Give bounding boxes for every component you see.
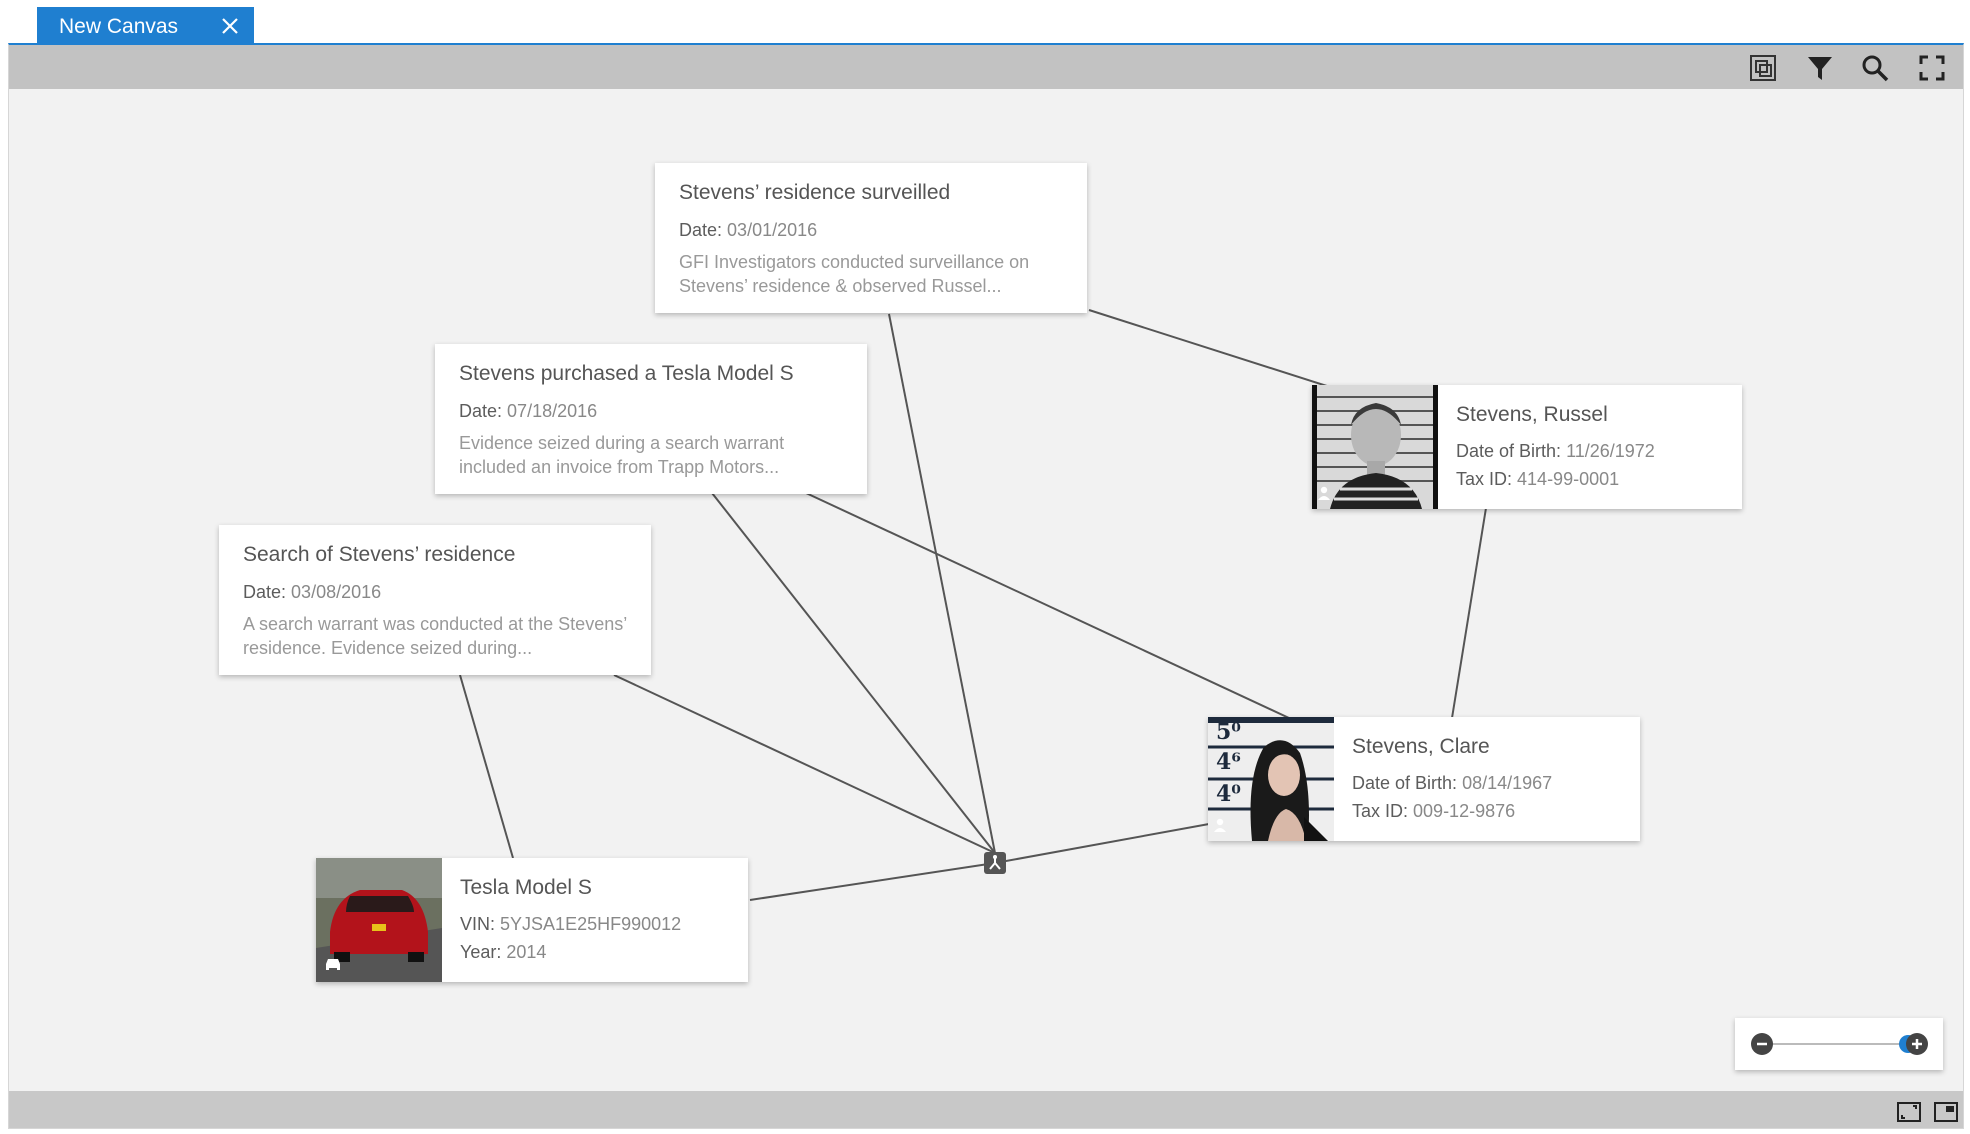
- date-value: 03/08/2016: [291, 582, 382, 602]
- hub-icon: [989, 855, 1001, 870]
- date-label: Date:: [243, 582, 287, 602]
- zoom-track[interactable]: [1762, 1043, 1916, 1045]
- event-card-search[interactable]: Search of Stevens’ residence Date: 03/08…: [219, 525, 651, 675]
- date-value: 03/01/2016: [727, 220, 818, 240]
- date-label: Date:: [459, 401, 503, 421]
- event-title: Search of Stevens’ residence: [243, 543, 516, 566]
- mugshot-photo: [1312, 385, 1438, 509]
- person-icon: [1316, 485, 1332, 506]
- canvas-tab[interactable]: New Canvas: [37, 7, 254, 44]
- entity-year: Year: 2014: [460, 942, 547, 962]
- filter-icon[interactable]: [1806, 54, 1834, 82]
- event-description: A search warrant was conducted at the St…: [243, 614, 627, 658]
- entity-name: Stevens, Russel: [1456, 403, 1608, 426]
- zoom-in-icon[interactable]: [1906, 1033, 1928, 1055]
- layers-icon[interactable]: [1749, 54, 1777, 82]
- entity-dob: Date of Birth: 08/14/1967: [1352, 773, 1553, 793]
- car-icon: [324, 957, 342, 977]
- event-date: Date: 03/01/2016: [679, 220, 817, 241]
- status-bar: [9, 1091, 1963, 1128]
- link-hub-node[interactable]: [984, 852, 1006, 874]
- entity-card-tesla[interactable]: Tesla Model S VIN: 5YJSA1E25HF990012 Yea…: [316, 858, 748, 982]
- event-card-tesla-purchase[interactable]: Stevens purchased a Tesla Model S Date: …: [435, 344, 867, 494]
- entity-vin: VIN: 5YJSA1E25HF990012: [460, 914, 682, 934]
- entity-name: Stevens, Clare: [1352, 735, 1490, 758]
- entity-card-russel[interactable]: Stevens, Russel Date of Birth: 11/26/197…: [1312, 385, 1742, 509]
- height-mark: 5⁰: [1216, 719, 1241, 745]
- event-date: Date: 03/08/2016: [243, 582, 381, 603]
- height-mark: 4⁶: [1216, 749, 1241, 775]
- event-title: Stevens’ residence surveilled: [679, 181, 951, 204]
- person-icon: [1212, 817, 1228, 838]
- search-icon[interactable]: [1861, 54, 1889, 82]
- fit-view-icon[interactable]: [1897, 1102, 1921, 1122]
- date-value: 07/18/2016: [507, 401, 598, 421]
- event-description: GFI Investigators conducted surveillance…: [679, 252, 1030, 296]
- minimap-icon[interactable]: [1934, 1102, 1958, 1122]
- zoom-out-icon[interactable]: [1751, 1033, 1773, 1055]
- date-label: Date:: [679, 220, 723, 240]
- entity-card-clare[interactable]: 5⁰ 4⁶ 4⁰ Stevens, Clare Date of Birth: 0…: [1208, 717, 1640, 841]
- tab-label: New Canvas: [59, 15, 179, 38]
- entity-tax-id: Tax ID: 009-12-9876: [1352, 801, 1516, 821]
- event-date: Date: 07/18/2016: [459, 401, 597, 422]
- fullscreen-icon[interactable]: [1918, 54, 1946, 82]
- height-mark: 4⁰: [1216, 781, 1241, 807]
- event-description: Evidence seized during a search warrant …: [459, 433, 785, 477]
- entity-dob: Date of Birth: 11/26/1972: [1456, 441, 1655, 461]
- event-title: Stevens purchased a Tesla Model S: [459, 362, 794, 385]
- vehicle-photo: [316, 858, 442, 982]
- entity-name: Tesla Model S: [460, 876, 592, 899]
- zoom-control: [1735, 1018, 1943, 1070]
- close-icon[interactable]: [219, 15, 241, 37]
- event-card-surveillance[interactable]: Stevens’ residence surveilled Date: 03/0…: [655, 163, 1087, 313]
- entity-tax-id: Tax ID: 414-99-0001: [1456, 469, 1620, 489]
- toolbar: [9, 45, 1963, 89]
- mugshot-photo: 5⁰ 4⁶ 4⁰: [1208, 717, 1334, 841]
